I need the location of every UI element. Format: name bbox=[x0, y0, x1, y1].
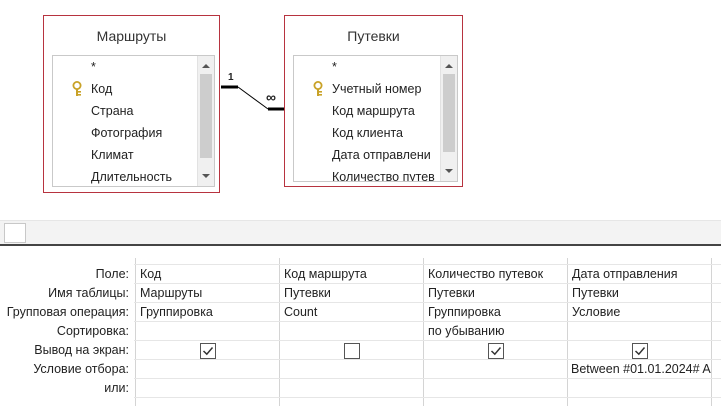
show-checkbox[interactable] bbox=[488, 343, 504, 359]
grid-cell-table[interactable]: Маршруты bbox=[135, 284, 279, 303]
grid-cell-table[interactable]: Путевки bbox=[279, 284, 423, 303]
row-label-sort: Сортировка: bbox=[56, 324, 129, 338]
show-checkbox[interactable] bbox=[200, 343, 216, 359]
field-item[interactable]: Учетный номер bbox=[313, 79, 422, 99]
relationship-one-label: 1 bbox=[228, 72, 234, 83]
relationship-many-label: ∞ bbox=[266, 89, 276, 105]
grid-cell-table[interactable]: Путевки bbox=[567, 284, 711, 303]
grid-cell-field[interactable]: Код маршрута bbox=[279, 265, 423, 284]
field-label: Учетный номер bbox=[332, 82, 422, 96]
field-item[interactable]: Код клиента bbox=[332, 123, 440, 143]
grid-cell-criteria[interactable]: Between #01.01.2024# A bbox=[567, 360, 721, 379]
chevron-up-icon[interactable] bbox=[441, 58, 457, 74]
grid-cell-sort[interactable] bbox=[567, 322, 711, 341]
grid-cell-field[interactable]: Дата отправления bbox=[567, 265, 711, 284]
grid-cell-criteria[interactable] bbox=[423, 360, 567, 379]
row-separator bbox=[134, 397, 721, 398]
grid-cell-total[interactable]: Группировка bbox=[423, 303, 567, 322]
row-label-criteria: Условие отбора: bbox=[33, 362, 129, 376]
table-window-vouchers[interactable]: Путевки * Учетный номер Код маршрута Код… bbox=[284, 15, 463, 187]
grid-cell-field[interactable]: Код bbox=[135, 265, 279, 284]
grid-cell-criteria[interactable] bbox=[279, 360, 423, 379]
chevron-down-icon[interactable] bbox=[441, 163, 457, 179]
grid-cell-sort[interactable] bbox=[135, 322, 279, 341]
column-separator[interactable] bbox=[711, 258, 712, 406]
grid-cell-total[interactable]: Условие bbox=[567, 303, 711, 322]
vertical-scrollbar[interactable] bbox=[440, 56, 457, 181]
grid-cell-total[interactable]: Count bbox=[279, 303, 423, 322]
checkmark-icon bbox=[490, 347, 502, 356]
grid-cell-total[interactable]: Группировка bbox=[135, 303, 279, 322]
field-list[interactable]: * Учетный номер Код маршрута Код клиента… bbox=[293, 55, 458, 182]
checkmark-icon bbox=[634, 347, 646, 356]
grid-cell-field[interactable]: Количество путевок bbox=[423, 265, 567, 284]
row-label-show: Вывод на экран: bbox=[34, 343, 129, 357]
grid-cell-sort[interactable]: по убыванию bbox=[423, 322, 567, 341]
scrollbar-thumb[interactable] bbox=[443, 74, 455, 152]
row-label-or: или: bbox=[104, 381, 129, 395]
show-checkbox[interactable] bbox=[344, 343, 360, 359]
grid-cell-table[interactable]: Путевки bbox=[423, 284, 567, 303]
row-label-table: Имя таблицы: bbox=[48, 286, 129, 300]
row-label-field: Поле: bbox=[95, 267, 129, 281]
query-diagram-pane: Маршруты * Код Страна Фотография Климат … bbox=[0, 0, 721, 220]
grid-cell-criteria[interactable] bbox=[135, 360, 279, 379]
field-item[interactable]: Код маршрута bbox=[332, 101, 440, 121]
row-label-total: Групповая операция: bbox=[6, 305, 129, 319]
field-item[interactable]: * bbox=[332, 57, 337, 77]
grid-cell-sort[interactable] bbox=[279, 322, 423, 341]
field-item[interactable]: Количество путев bbox=[332, 167, 436, 181]
table-title[interactable]: Путевки bbox=[285, 28, 462, 44]
key-icon bbox=[313, 81, 323, 96]
pane-splitter[interactable] bbox=[0, 220, 721, 244]
query-design-grid: Поле: Имя таблицы: Групповая операция: С… bbox=[0, 246, 721, 406]
checkmark-icon bbox=[202, 347, 214, 356]
show-checkbox[interactable] bbox=[632, 343, 648, 359]
horizontal-scrollbar-box[interactable] bbox=[4, 223, 26, 243]
field-item[interactable]: Дата отправлени bbox=[332, 145, 436, 165]
